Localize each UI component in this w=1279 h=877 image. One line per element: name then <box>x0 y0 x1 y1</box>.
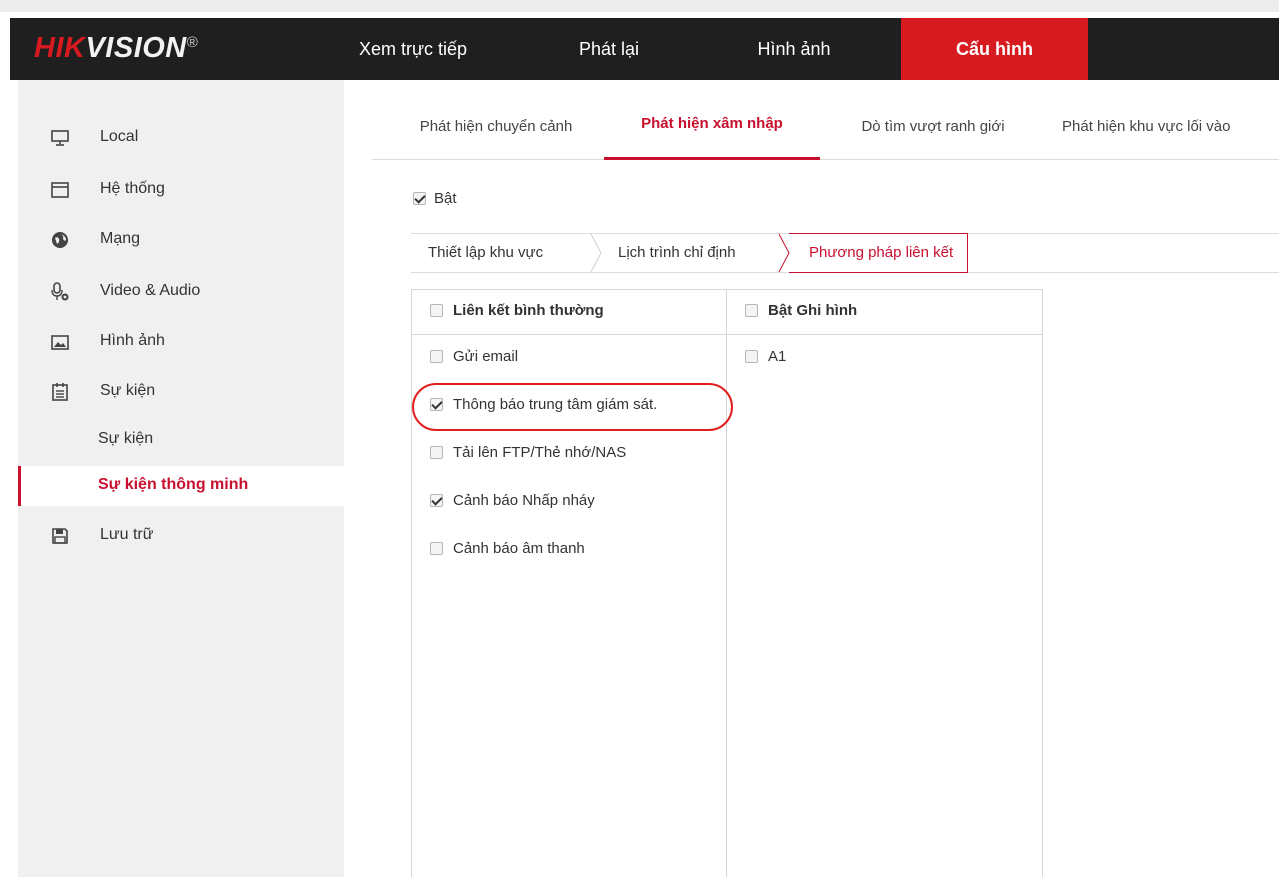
send-email-checkbox[interactable] <box>430 349 443 363</box>
nav-live-view[interactable]: Xem trực tiếp <box>347 18 479 80</box>
subtab-area-settings[interactable]: Thiết lập khu vực <box>428 234 543 272</box>
normal-linkage-header: Liên kết bình thường <box>412 290 726 335</box>
list-item: Tải lên FTP/Thẻ nhớ/NAS <box>412 431 726 479</box>
sidebar-subitem-event[interactable]: Sự kiện <box>18 420 344 460</box>
logo-hik-text: HIK <box>34 32 86 64</box>
linkage-table: Liên kết bình thường Gửi email Thông báo… <box>411 289 1043 877</box>
nav-configuration[interactable]: Cấu hình <box>901 18 1088 80</box>
sidebar-item-video-audio[interactable]: Video & Audio <box>18 272 344 312</box>
upload-ftp-checkbox[interactable] <box>430 445 443 459</box>
list-item: Gửi email <box>412 335 726 383</box>
subtab-linkage-method[interactable]: Phương pháp liên kết <box>789 233 969 273</box>
list-item-label: Cảnh báo Nhấp nháy <box>453 492 595 509</box>
sidebar-item-event[interactable]: Sự kiện <box>18 372 344 412</box>
normal-linkage-select-all-checkbox[interactable] <box>430 303 443 317</box>
tab-region-entrance[interactable]: Phát hiện khu vực lối vào <box>1062 102 1279 160</box>
sidebar-item-label: Hình ảnh <box>100 332 165 349</box>
trigger-recording-header: Bật Ghi hình <box>727 290 1042 335</box>
sidebar-item-label: Lưu trữ <box>100 526 154 543</box>
hikvision-logo: HIKVISION® <box>34 32 198 65</box>
linkage-subtabs: Thiết lập khu vực Lịch trình chỉ định Ph… <box>411 233 1279 273</box>
chevron-right-icon <box>590 234 602 272</box>
audible-warning-checkbox[interactable] <box>430 541 443 555</box>
monitor-icon <box>51 130 69 146</box>
sidebar-item-system[interactable]: Hệ thống <box>18 170 344 210</box>
enable-label: Bật <box>434 190 457 207</box>
sidebar-item-label: Local <box>100 128 139 145</box>
tab-scene-change[interactable]: Phát hiện chuyển cảnh <box>390 102 602 160</box>
sidebar-item-label: Hệ thống <box>100 180 165 197</box>
enable-row: Bật <box>413 190 457 207</box>
normal-linkage-header-label: Liên kết bình thường <box>453 302 604 319</box>
sidebar-subitem-smart-event[interactable]: Sự kiện thông minh <box>18 466 344 506</box>
normal-linkage-column: Liên kết bình thường Gửi email Thông báo… <box>412 290 727 877</box>
sidebar-item-label: Mạng <box>100 230 141 247</box>
channel-a1-checkbox[interactable] <box>745 349 758 363</box>
list-item-label: Cảnh báo âm thanh <box>453 540 585 557</box>
floppy-icon <box>52 528 68 544</box>
sidebar-subitem-label: Sự kiện thông minh <box>98 476 249 493</box>
list-item: Cảnh báo Nhấp nháy <box>412 479 726 527</box>
trigger-recording-select-all-checkbox[interactable] <box>745 303 758 317</box>
logo-registered-mark: ® <box>186 34 199 51</box>
list-item-label: Gửi email <box>453 348 519 365</box>
list-item: Cảnh báo âm thanh <box>412 527 726 575</box>
mic-gear-icon <box>51 282 69 301</box>
sidebar-item-label: Sự kiện <box>100 382 156 399</box>
sidebar: Local Hệ thống Mạng Video & Audio Hình ả… <box>18 80 344 877</box>
window-icon <box>51 182 69 198</box>
sidebar-item-image[interactable]: Hình ảnh <box>18 322 344 362</box>
sidebar-subitem-label: Sự kiện <box>98 430 154 447</box>
nav-playback[interactable]: Phát lại <box>558 18 660 80</box>
tab-line-crossing[interactable]: Dò tìm vượt ranh giới <box>838 102 1028 160</box>
list-item: A1 <box>727 335 1042 383</box>
subtab-arming-schedule[interactable]: Lịch trình chỉ định <box>618 234 736 272</box>
top-navbar: HIKVISION® Xem trực tiếp Phát lại Hình ả… <box>10 18 1279 80</box>
enable-checkbox[interactable] <box>413 191 426 205</box>
sidebar-item-network[interactable]: Mạng <box>18 220 344 260</box>
sidebar-item-local[interactable]: Local <box>18 118 344 158</box>
sidebar-item-storage[interactable]: Lưu trữ <box>18 516 344 556</box>
list-item-label: A1 <box>768 348 787 365</box>
highlight-annotation-ring <box>412 383 733 431</box>
top-strip <box>0 0 1279 12</box>
image-icon <box>51 335 69 350</box>
globe-icon <box>52 232 68 248</box>
tab-intrusion-detection[interactable]: Phát hiện xâm nhập <box>604 102 820 160</box>
logo-vision-text: VISION <box>85 32 187 64</box>
calendar-icon <box>52 383 68 401</box>
nav-picture[interactable]: Hình ảnh <box>737 18 851 80</box>
flashing-alarm-checkbox[interactable] <box>430 493 443 507</box>
detection-tabs: Phát hiện chuyển cảnh Phát hiện xâm nhập… <box>372 102 1279 160</box>
list-item-label: Tải lên FTP/Thẻ nhớ/NAS <box>453 444 627 461</box>
trigger-recording-header-label: Bật Ghi hình <box>768 302 858 319</box>
sidebar-item-label: Video & Audio <box>100 282 201 299</box>
trigger-recording-column: Bật Ghi hình A1 <box>727 290 1042 877</box>
